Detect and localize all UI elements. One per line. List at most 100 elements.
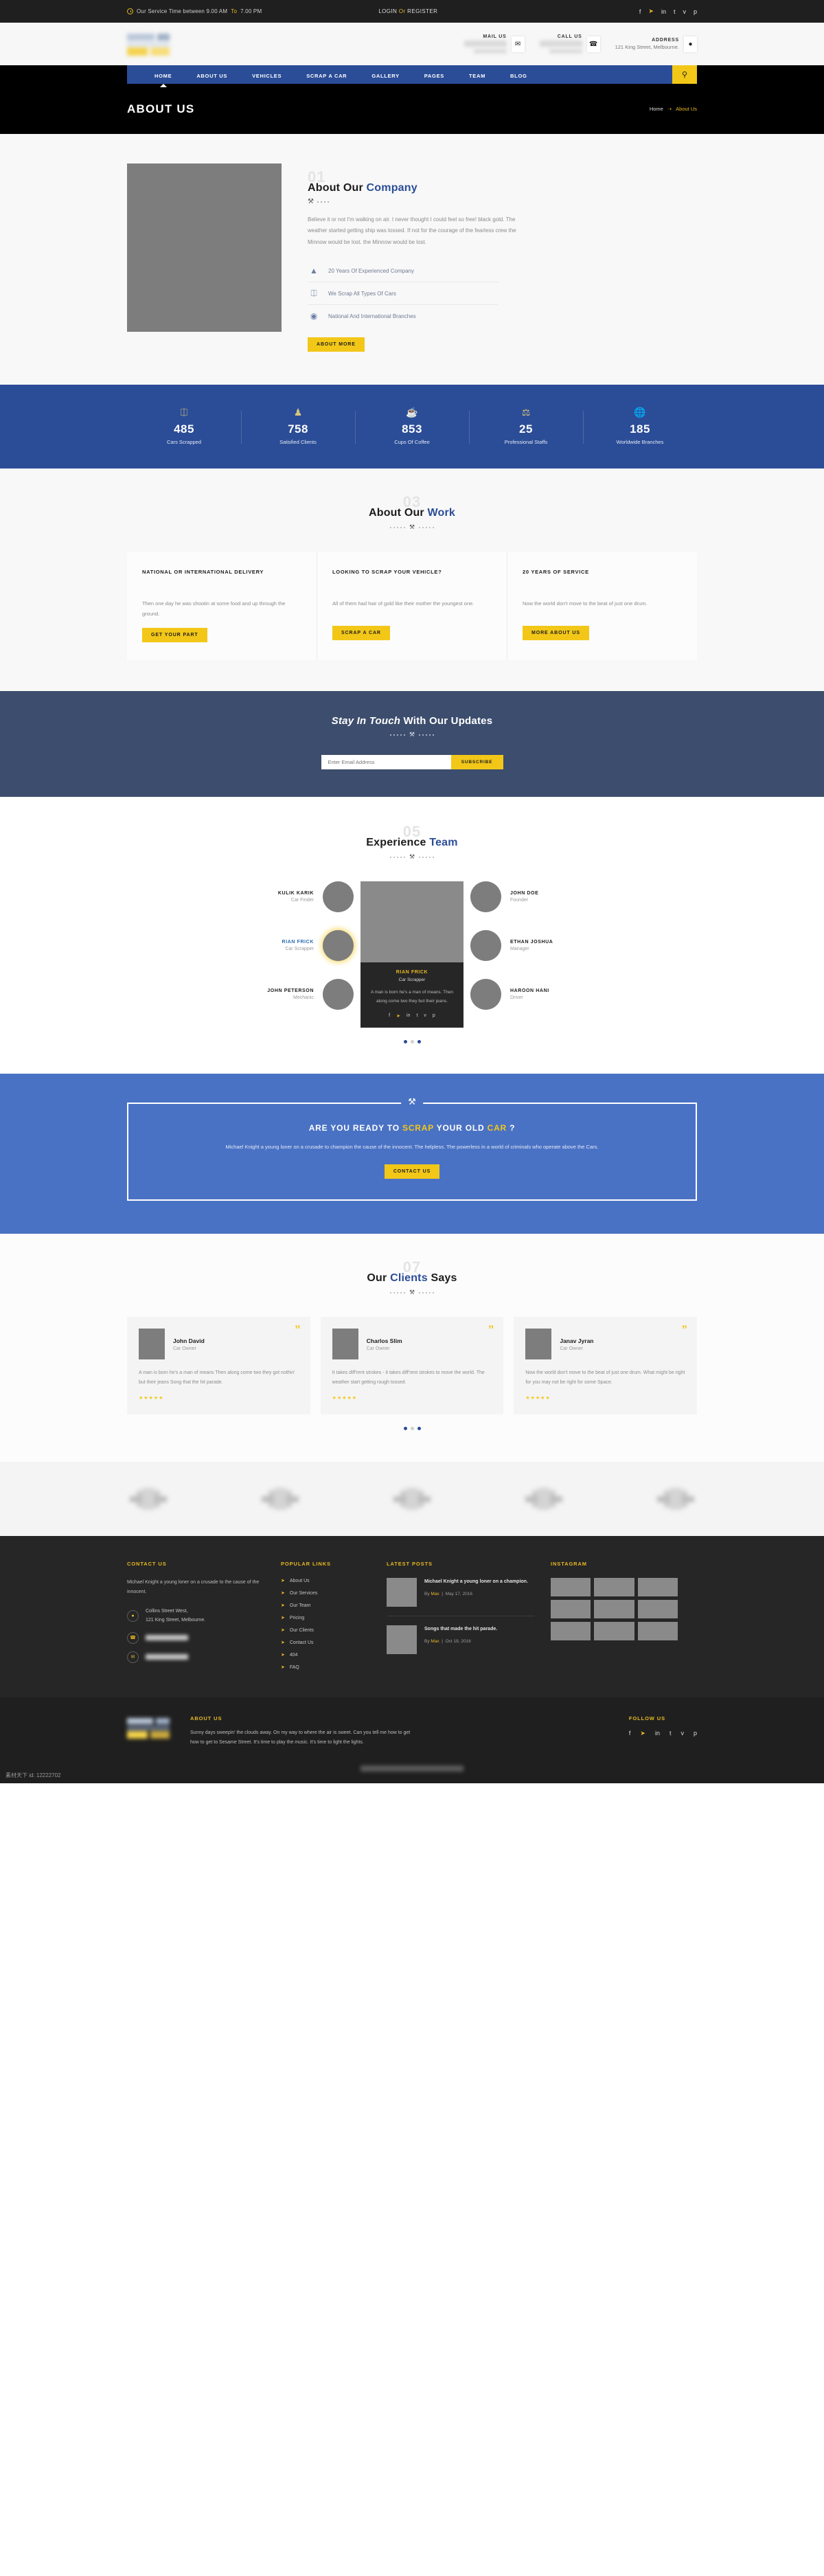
instagram-thumb[interactable] [637, 1578, 678, 1597]
instagram-thumb[interactable] [637, 1622, 678, 1641]
register-link[interactable]: REGISTER [407, 8, 437, 14]
nav-item-gallery[interactable]: GALLERY [359, 70, 411, 80]
vimeo-icon[interactable]: v [680, 1730, 684, 1737]
login-link[interactable]: LOGIN [378, 8, 397, 14]
instagram-thumb[interactable] [551, 1600, 591, 1619]
facebook-icon[interactable]: f [639, 8, 641, 15]
facebook-icon[interactable]: f [389, 1013, 390, 1019]
twitter-icon[interactable]: ➤ [648, 8, 654, 15]
scrap-a-car-button[interactable]: SCRAP A CAR [332, 626, 390, 641]
counter-value: 758 [288, 422, 308, 436]
linkedin-icon[interactable]: in [655, 1730, 660, 1737]
nav-link-pages[interactable]: PAGES [424, 73, 444, 79]
facebook-icon[interactable]: f [629, 1730, 631, 1737]
twitter-icon[interactable]: ➤ [396, 1013, 400, 1019]
contact-us-button[interactable]: CONTACT US [384, 1164, 440, 1179]
counter-item: 🌐 185 Worldwide Branches [583, 407, 697, 445]
feature-row: ▲ 20 Years Of Experienced Company [308, 260, 499, 283]
nav-item-blog[interactable]: BLOG [498, 70, 539, 80]
tumblr-icon[interactable]: t [670, 1730, 672, 1737]
or-text: Or [398, 8, 406, 14]
footer-link-faq[interactable]: ➤ FAQ [281, 1664, 370, 1671]
envelope-icon: ✉ [511, 36, 525, 52]
post-author[interactable]: Max [431, 1639, 439, 1644]
nav-link-gallery[interactable]: GALLERY [371, 73, 399, 79]
twitter-icon[interactable]: ➤ [640, 1730, 645, 1737]
tumblr-icon[interactable]: t [674, 8, 676, 15]
footer-link-pricing[interactable]: ➤ Pricing [281, 1615, 370, 1621]
about-heading-b: Company [366, 182, 417, 194]
site-logo[interactable] [127, 32, 170, 56]
carousel-dot[interactable] [417, 1040, 421, 1044]
brands-section [0, 1462, 824, 1537]
carousel-dot[interactable] [403, 1040, 407, 1044]
nav-item-scrap-a-car[interactable]: SCRAP A CAR [294, 70, 359, 80]
footer-link-about-us[interactable]: ➤ About Us [281, 1578, 370, 1584]
footer-post[interactable]: Songs that made the hit parade. By Max |… [387, 1625, 534, 1663]
linkedin-icon[interactable]: in [407, 1013, 410, 1019]
team-grid: KULIK KARIK Car Finder RIAN FRICK Car Sc… [127, 881, 697, 1028]
about-more-button[interactable]: ABOUT MORE [308, 337, 365, 352]
email-input[interactable] [321, 755, 451, 770]
team-column-right: JOHN DOE Founder ETHAN JOSHUA Manager HA… [470, 881, 601, 1028]
team-member[interactable]: ETHAN JOSHUA Manager [470, 930, 601, 962]
instagram-thumb[interactable] [551, 1622, 591, 1641]
more-about-us-button[interactable]: MORE ABOUT US [523, 626, 589, 641]
nav-link-home[interactable]: HOME [154, 73, 172, 79]
about-section: 01 About Our Company ⚒ Believe it or not… [0, 134, 824, 385]
nav-item-home[interactable]: HOME [142, 70, 184, 80]
nav-item-vehicles[interactable]: VEHICLES [240, 70, 294, 80]
team-member[interactable]: JOHN PETERSON Mechanic [223, 979, 354, 1010]
newsletter-form: SUBSCRIBE [321, 755, 503, 770]
pinterest-icon[interactable]: p [694, 8, 697, 15]
instagram-thumb[interactable] [594, 1600, 634, 1619]
footer-link-404[interactable]: ➤ 404 [281, 1652, 370, 1658]
team-member[interactable]: KULIK KARIK Car Finder [223, 881, 354, 913]
nav-link-vehicles[interactable]: VEHICLES [252, 73, 282, 79]
team-member[interactable]: JOHN DOE Founder [470, 881, 601, 913]
team-member-role: Driver [510, 995, 523, 1001]
carousel-dot[interactable] [410, 1040, 414, 1044]
arrow-icon: ➤ [281, 1628, 285, 1634]
linkedin-icon[interactable]: in [661, 8, 666, 15]
footer-link-our-team[interactable]: ➤ Our Team [281, 1603, 370, 1609]
site-footer: CONTACT US Michael Knight a young loner … [0, 1536, 824, 1698]
footer-link-our-clients[interactable]: ➤ Our Clients [281, 1627, 370, 1634]
tools-icon: ⚒ [401, 1096, 423, 1108]
instagram-thumb[interactable] [594, 1578, 634, 1597]
testimonial-role: Car Owner [560, 1346, 584, 1352]
instagram-thumb[interactable] [551, 1578, 591, 1597]
instagram-thumb[interactable] [594, 1622, 634, 1641]
carousel-dot[interactable] [403, 1427, 407, 1431]
footer-link-contact-us[interactable]: ➤ Contact Us [281, 1640, 370, 1646]
nav-link-blog[interactable]: BLOG [510, 73, 527, 79]
nav-item-about-us[interactable]: ABOUT US [184, 70, 240, 80]
footer-post[interactable]: Michael Knight a young loner on a champi… [387, 1578, 534, 1617]
footer-link-label: Pricing [289, 1615, 305, 1620]
footer-logo[interactable] [127, 1718, 170, 1739]
get-your-part-button[interactable]: GET YOUR PART [142, 628, 207, 643]
login-register[interactable]: LOGIN Or REGISTER [378, 8, 437, 14]
subscribe-button[interactable]: SUBSCRIBE [450, 755, 503, 770]
tumblr-icon[interactable]: t [416, 1013, 417, 1019]
team-member[interactable]: RIAN FRICK Car Scrapper [223, 930, 354, 962]
nav-link-team[interactable]: TEAM [469, 73, 485, 79]
search-icon[interactable]: ⚲ [672, 65, 697, 84]
nav-link-about-us[interactable]: ABOUT US [196, 73, 227, 79]
vimeo-icon[interactable]: v [683, 8, 686, 15]
vimeo-icon[interactable]: v [424, 1013, 426, 1019]
nav-link-scrap-a-car[interactable]: SCRAP A CAR [306, 73, 347, 79]
pinterest-icon[interactable]: p [433, 1013, 435, 1019]
quote-icon: ” [681, 1323, 688, 1337]
footer-link-our-services[interactable]: ➤ Our Services [281, 1590, 370, 1596]
breadcrumb-home[interactable]: Home [650, 106, 663, 112]
team-member[interactable]: HAROON HANI Driver [470, 979, 601, 1010]
pinterest-icon[interactable]: p [694, 1730, 697, 1737]
instagram-thumb[interactable] [637, 1600, 678, 1619]
nav-item-team[interactable]: TEAM [457, 70, 498, 80]
carousel-dot[interactable] [410, 1427, 414, 1431]
carousel-dot[interactable] [417, 1427, 421, 1431]
address-value: 121 King Street, Melbourne. [615, 44, 679, 50]
post-author[interactable]: Max [431, 1592, 439, 1596]
nav-item-pages[interactable]: PAGES [412, 70, 457, 80]
